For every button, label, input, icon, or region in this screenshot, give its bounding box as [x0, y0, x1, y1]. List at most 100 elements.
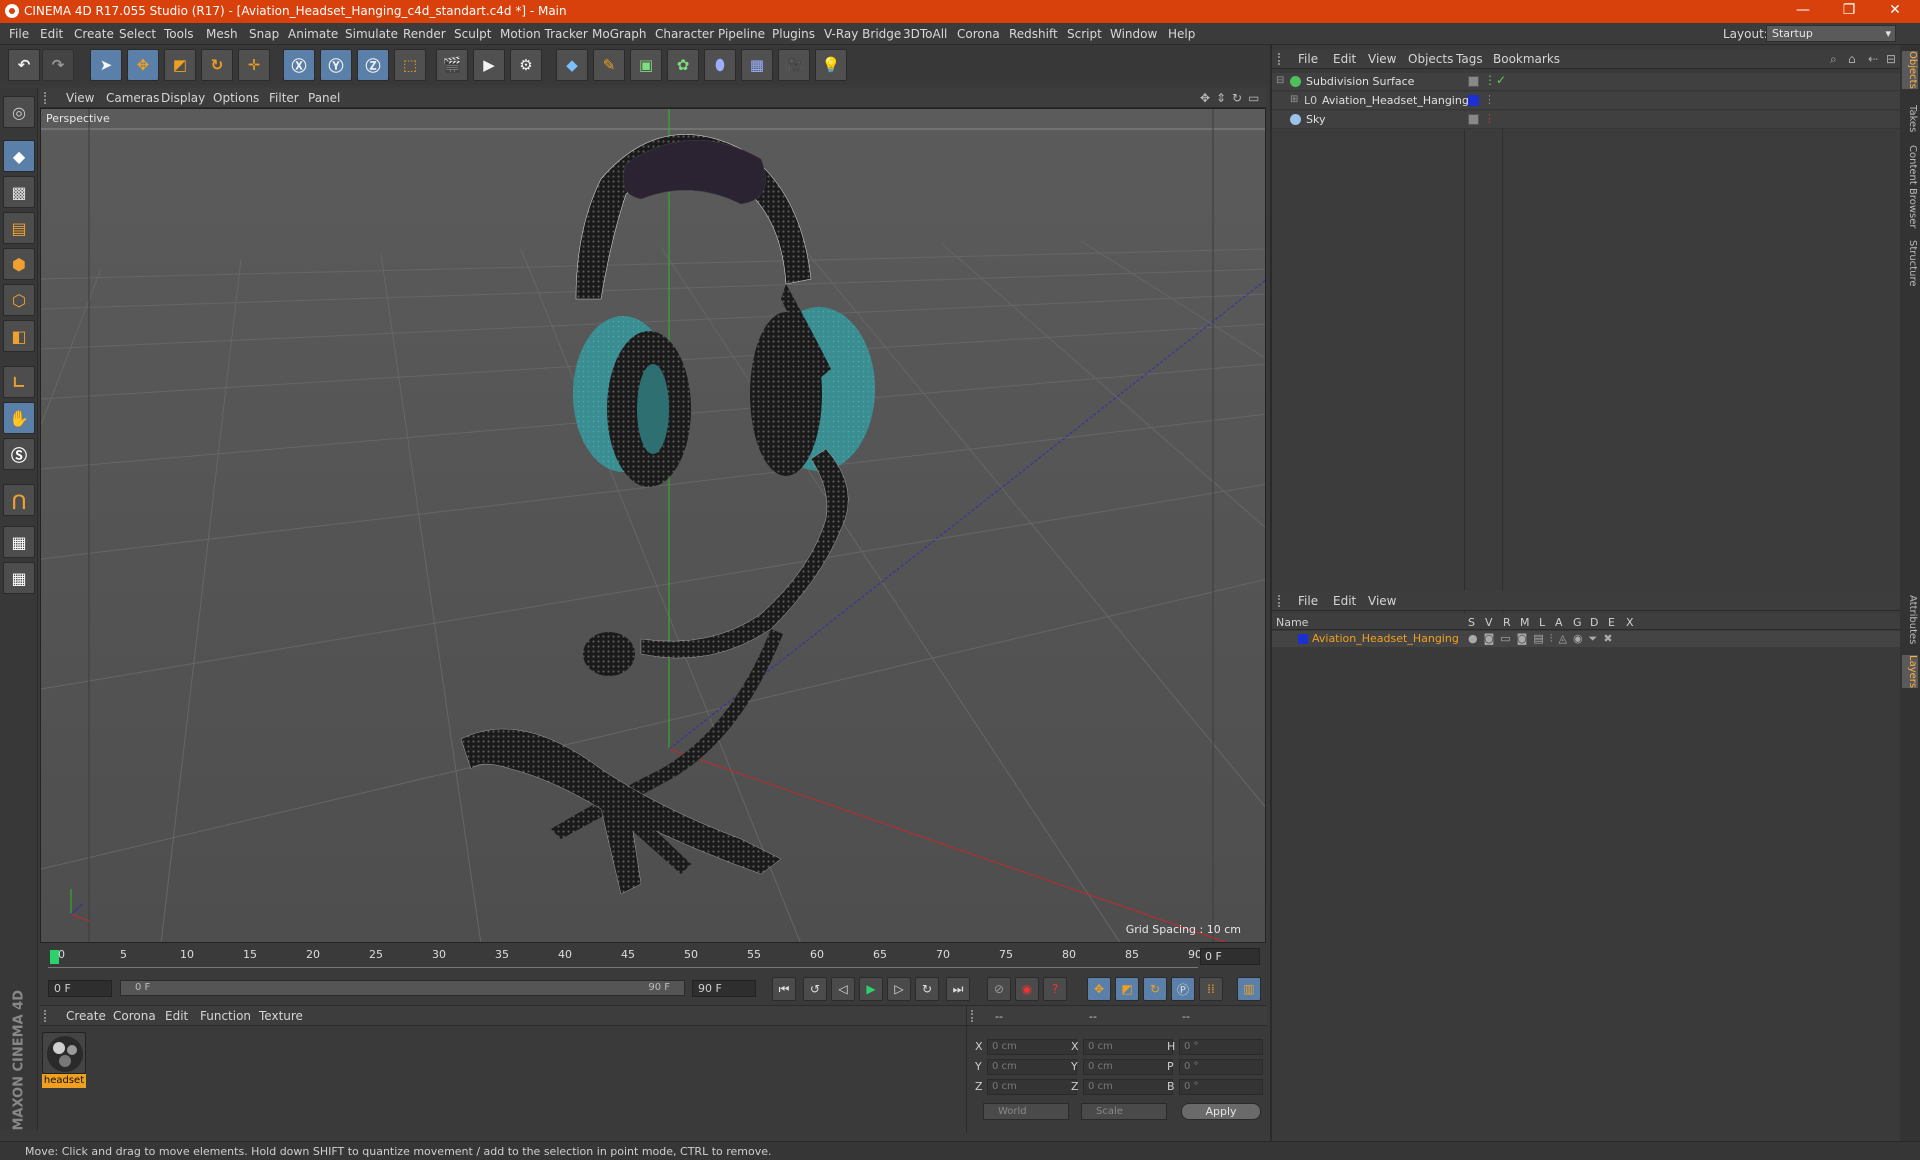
rotation-p-field[interactable]: 0 °	[1179, 1059, 1263, 1075]
magnet-button[interactable]: ⋂	[3, 484, 35, 516]
visibility-dots-icon[interactable]: ⋮	[1484, 93, 1495, 106]
go-to-end-button[interactable]: ⏭	[946, 977, 970, 1001]
back-icon[interactable]: ⇠	[1868, 52, 1878, 66]
key-parameter-button[interactable]: Ⓟ	[1171, 977, 1195, 1001]
render-settings-button[interactable]: ⚙	[510, 49, 542, 81]
column-view[interactable]: V	[1485, 616, 1493, 629]
column-solo[interactable]: S	[1468, 616, 1475, 629]
menu-3dtoall[interactable]: 3DToAll	[903, 27, 947, 41]
viewport-menu-cameras[interactable]: Cameras	[106, 91, 159, 105]
layer-color-swatch[interactable]	[1298, 634, 1308, 644]
autokey-button[interactable]: ◉	[1015, 977, 1039, 1001]
size-z-field[interactable]: 0 cm	[1083, 1079, 1173, 1095]
column-xref[interactable]: X	[1626, 616, 1634, 629]
menu-motion-tracker[interactable]: Motion Tracker	[500, 27, 588, 41]
material-name-label[interactable]: headset	[42, 1074, 86, 1088]
home-icon[interactable]: ⌂	[1848, 52, 1856, 66]
collapse-icon[interactable]: ⊟	[1276, 75, 1284, 86]
viewport-rotate-icon[interactable]: ↻	[1232, 91, 1242, 105]
position-z-field[interactable]: 0 cm	[987, 1079, 1077, 1095]
key-scale-button[interactable]: ◩	[1115, 977, 1139, 1001]
expand-icon[interactable]: ⊞	[1290, 94, 1298, 105]
y-axis-button[interactable]: Ⓨ	[320, 49, 352, 81]
visibility-dots-icon[interactable]: ⋮	[1484, 112, 1495, 125]
model-mode-button[interactable]: ◆	[3, 140, 35, 172]
menu-help[interactable]: Help	[1168, 27, 1195, 41]
keyframe-selection-button[interactable]: ?	[1043, 977, 1067, 1001]
last-tool-button[interactable]: ✛	[238, 49, 270, 81]
coordinate-space-select[interactable]: World	[983, 1103, 1069, 1120]
objects-menu-edit[interactable]: Edit	[1333, 52, 1356, 66]
layer-tag-icon[interactable]	[1468, 76, 1479, 87]
render-picture-viewer-button[interactable]: ▶	[473, 49, 505, 81]
viewport-menu-panel[interactable]: Panel	[308, 91, 340, 105]
viewport-maximize-icon[interactable]: ▭	[1248, 91, 1259, 105]
menu-redshift[interactable]: Redshift	[1009, 27, 1058, 41]
record-keys-button[interactable]: ⊘	[987, 977, 1011, 1001]
tweak-mode-button[interactable]: ✋	[3, 402, 35, 434]
tab-content-browser[interactable]: Content Browser	[1902, 145, 1918, 228]
menu-character[interactable]: Character	[655, 27, 714, 41]
viewport-menu-view[interactable]: View	[66, 91, 94, 105]
tree-row-subdivision-surface[interactable]: ⊟ Subdivision Surface ⋮✓	[1272, 73, 1902, 91]
tree-row-aviation-headset[interactable]: ⊞ L0 Aviation_Headset_Hanging ⋮	[1272, 92, 1902, 110]
tab-attributes[interactable]: Attributes	[1902, 595, 1918, 644]
tab-layers[interactable]: Layers	[1902, 655, 1918, 689]
x-axis-button[interactable]: Ⓧ	[283, 49, 315, 81]
layer-name[interactable]: Aviation_Headset_Hanging	[1312, 632, 1459, 645]
objects-menu-objects[interactable]: Objects	[1408, 52, 1453, 66]
search-icon[interactable]: ⌕	[1830, 52, 1837, 67]
lock-workplane-button[interactable]: ▦	[3, 526, 35, 558]
column-name[interactable]: Name	[1276, 616, 1308, 629]
z-axis-button[interactable]: Ⓩ	[357, 49, 389, 81]
edges-mode-button[interactable]: ⬡	[3, 284, 35, 316]
column-locked[interactable]: L	[1539, 616, 1545, 629]
layers-menu-edit[interactable]: Edit	[1333, 594, 1356, 608]
material-menu-function[interactable]: Function	[200, 1009, 251, 1023]
menu-snap[interactable]: Snap	[249, 27, 279, 41]
move-tool-button[interactable]: ✥	[127, 49, 159, 81]
checkmark-icon[interactable]: ⋮✓	[1484, 73, 1506, 87]
cube-button[interactable]: ◆	[556, 49, 588, 81]
workplane-button[interactable]: ▤	[3, 212, 35, 244]
menu-window[interactable]: Window	[1110, 27, 1157, 41]
menu-tools[interactable]: Tools	[164, 27, 194, 41]
tab-objects[interactable]: Objects	[1902, 51, 1918, 89]
next-frame-button[interactable]: ▷	[887, 977, 911, 1001]
menu-plugins[interactable]: Plugins	[772, 27, 815, 41]
layer-color-icon[interactable]	[1468, 95, 1479, 106]
layer-tag-icon[interactable]	[1468, 114, 1479, 125]
viewport-menu-display[interactable]: Display	[161, 91, 205, 105]
objects-menu-view[interactable]: View	[1368, 52, 1396, 66]
menu-render[interactable]: Render	[403, 27, 446, 41]
snap-button[interactable]: Ⓢ	[3, 438, 35, 470]
column-generators[interactable]: G	[1573, 616, 1582, 629]
viewport-menu-filter[interactable]: Filter	[269, 91, 299, 105]
tab-structure[interactable]: Structure	[1902, 240, 1918, 287]
column-expressions[interactable]: E	[1608, 616, 1615, 629]
rotation-b-field[interactable]: 0 °	[1179, 1079, 1263, 1095]
light-button[interactable]: 💡	[815, 49, 847, 81]
material-menu-create[interactable]: Create	[66, 1009, 106, 1023]
play-button[interactable]: ▶	[859, 977, 883, 1001]
menu-simulate[interactable]: Simulate	[345, 27, 398, 41]
frame-ruler[interactable]: 0 5 10 15 20 25 30 35 40 45 50 55 60 65 …	[48, 948, 1202, 968]
go-to-start-button[interactable]: ⏮	[772, 977, 796, 1001]
timeline-ruler[interactable]: 0 5 10 15 20 25 30 35 40 45 50 55 60 65 …	[40, 943, 1266, 973]
key-pla-button[interactable]: ⁞⁞	[1199, 977, 1223, 1001]
column-deformers[interactable]: D	[1590, 616, 1598, 629]
tab-takes[interactable]: Takes	[1902, 105, 1918, 132]
position-x-field[interactable]: 0 cm	[987, 1039, 1077, 1055]
planar-workplane-button[interactable]: ▦	[3, 562, 35, 594]
menu-create[interactable]: Create	[74, 27, 114, 41]
menu-mesh[interactable]: Mesh	[206, 27, 238, 41]
points-mode-button[interactable]: ⬢	[3, 248, 35, 280]
position-y-field[interactable]: 0 cm	[987, 1059, 1077, 1075]
material-menu-texture[interactable]: Texture	[259, 1009, 303, 1023]
deformer-button[interactable]: ⬮	[704, 49, 736, 81]
tree-row-sky[interactable]: Sky ⋮	[1272, 111, 1902, 129]
floor-button[interactable]: ▦	[741, 49, 773, 81]
column-render[interactable]: R	[1503, 616, 1511, 629]
material-menu-corona[interactable]: Corona	[113, 1009, 156, 1023]
layout-select[interactable]: Startup ▾	[1766, 25, 1896, 42]
